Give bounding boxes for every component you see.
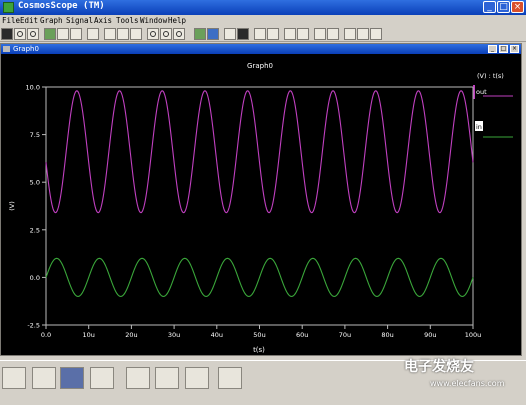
menu-file[interactable]: File (2, 16, 20, 25)
x-tick-label: 40u (211, 331, 223, 339)
cascade-icon[interactable] (357, 28, 369, 40)
graph-window-title: Graph0 (13, 45, 39, 53)
toolbar (0, 26, 526, 42)
legend-title: (V) : t(s) (477, 72, 504, 80)
graph-window-titlebar: Graph0 _ □ × (1, 44, 521, 54)
cut-icon[interactable] (104, 28, 116, 40)
properties-icon[interactable] (87, 28, 99, 40)
layout-icon[interactable] (207, 28, 219, 40)
series-out-line[interactable] (45, 90, 474, 214)
annotate-icon[interactable] (314, 28, 326, 40)
display-icon[interactable] (237, 28, 249, 40)
app-icon (3, 2, 14, 13)
x-tick-label: 90u (424, 331, 436, 339)
x-tick-label: 100u (465, 331, 482, 339)
calculator-icon[interactable] (126, 367, 150, 389)
menu-tools[interactable]: Tools (116, 16, 139, 25)
maximize-button[interactable]: □ (497, 1, 510, 13)
signal-icon[interactable] (284, 28, 296, 40)
keyboard-icon[interactable] (2, 367, 26, 389)
menu-edit[interactable]: Edit (20, 16, 38, 25)
graph-window: Graph0 _ □ × Graph0 (V) : t(s) out in (V… (0, 43, 522, 356)
curve-icon[interactable] (90, 367, 114, 389)
graph-close-button[interactable]: × (510, 45, 519, 53)
legend-in-label[interactable]: in (476, 123, 482, 131)
text-icon[interactable] (327, 28, 339, 40)
scope-view-icon[interactable] (60, 367, 84, 389)
menu-axis[interactable]: Axis (94, 16, 112, 25)
watermark-url: www.elecfans.com (430, 379, 505, 388)
marker-icon[interactable] (254, 28, 266, 40)
title-bar: CosmosScope (TM) _ □ × (0, 0, 526, 15)
x-tick-label: 70u (339, 331, 351, 339)
measure-icon[interactable] (224, 28, 236, 40)
chart-title: Graph0 (247, 62, 273, 70)
waveform-icon[interactable] (1, 28, 13, 40)
pen-icon[interactable] (32, 367, 56, 389)
waveform-chart[interactable]: Graph0 (V) : t(s) out in (V) t(s) 0.0 10u… (1, 54, 521, 355)
copy-icon[interactable] (117, 28, 129, 40)
cursor-icon[interactable] (267, 28, 279, 40)
x-tick-label: 60u (296, 331, 308, 339)
reel-icon[interactable] (155, 367, 179, 389)
save-icon[interactable] (57, 28, 69, 40)
arrows-icon[interactable] (185, 367, 209, 389)
x-tick-label: 20u (125, 331, 137, 339)
close-button[interactable]: × (511, 1, 524, 13)
x-tick-label: 0.0 (41, 331, 51, 339)
open-icon[interactable] (14, 28, 26, 40)
y-tick-label: 0.0 (30, 274, 40, 282)
y-axis-label: (V) (8, 201, 16, 211)
menu-graph[interactable]: Graph (40, 16, 63, 25)
series-in-line[interactable] (45, 257, 474, 297)
menu-signal[interactable]: Signal (66, 16, 93, 25)
help-icon[interactable] (370, 28, 382, 40)
folder-icon[interactable] (44, 28, 56, 40)
bus-icon[interactable] (297, 28, 309, 40)
x-tick-label: 50u (253, 331, 265, 339)
graph-maximize-button[interactable]: □ (499, 45, 508, 53)
menu-bar: File Edit Graph Signal Axis Tools Window… (0, 15, 526, 26)
matlab-icon[interactable] (218, 367, 242, 389)
y-tick-label: 7.5 (30, 131, 40, 139)
zoom-in-icon[interactable] (147, 28, 159, 40)
y-tick-label: 5.0 (30, 179, 40, 187)
cosmosscope-app: CosmosScope (TM) _ □ × File Edit Graph S… (0, 0, 526, 405)
stack-icon[interactable] (194, 28, 206, 40)
graph-minimize-button[interactable]: _ (488, 45, 497, 53)
scope-icon[interactable] (27, 28, 39, 40)
menu-help[interactable]: Help (168, 16, 186, 25)
y-tick-label: 10.0 (26, 84, 40, 92)
zoom-fit-icon[interactable] (173, 28, 185, 40)
menu-window[interactable]: Window (140, 16, 167, 25)
legend-out-label[interactable]: out (476, 88, 487, 96)
print-icon[interactable] (70, 28, 82, 40)
x-axis-label: t(s) (253, 346, 265, 354)
graph-window-icon (3, 46, 10, 52)
minimize-button[interactable]: _ (483, 1, 496, 13)
x-tick-label: 30u (168, 331, 180, 339)
tile-icon[interactable] (344, 28, 356, 40)
y-tick-label: 2.5 (30, 226, 40, 234)
window-title: CosmosScope (TM) (18, 1, 105, 11)
x-tick-label: 80u (381, 331, 393, 339)
x-tick-label: 10u (83, 331, 95, 339)
paste-icon[interactable] (130, 28, 142, 40)
zoom-out-icon[interactable] (160, 28, 172, 40)
watermark-text: 电子发烧友 (404, 359, 474, 375)
y-tick-label: -2.5 (27, 322, 40, 330)
